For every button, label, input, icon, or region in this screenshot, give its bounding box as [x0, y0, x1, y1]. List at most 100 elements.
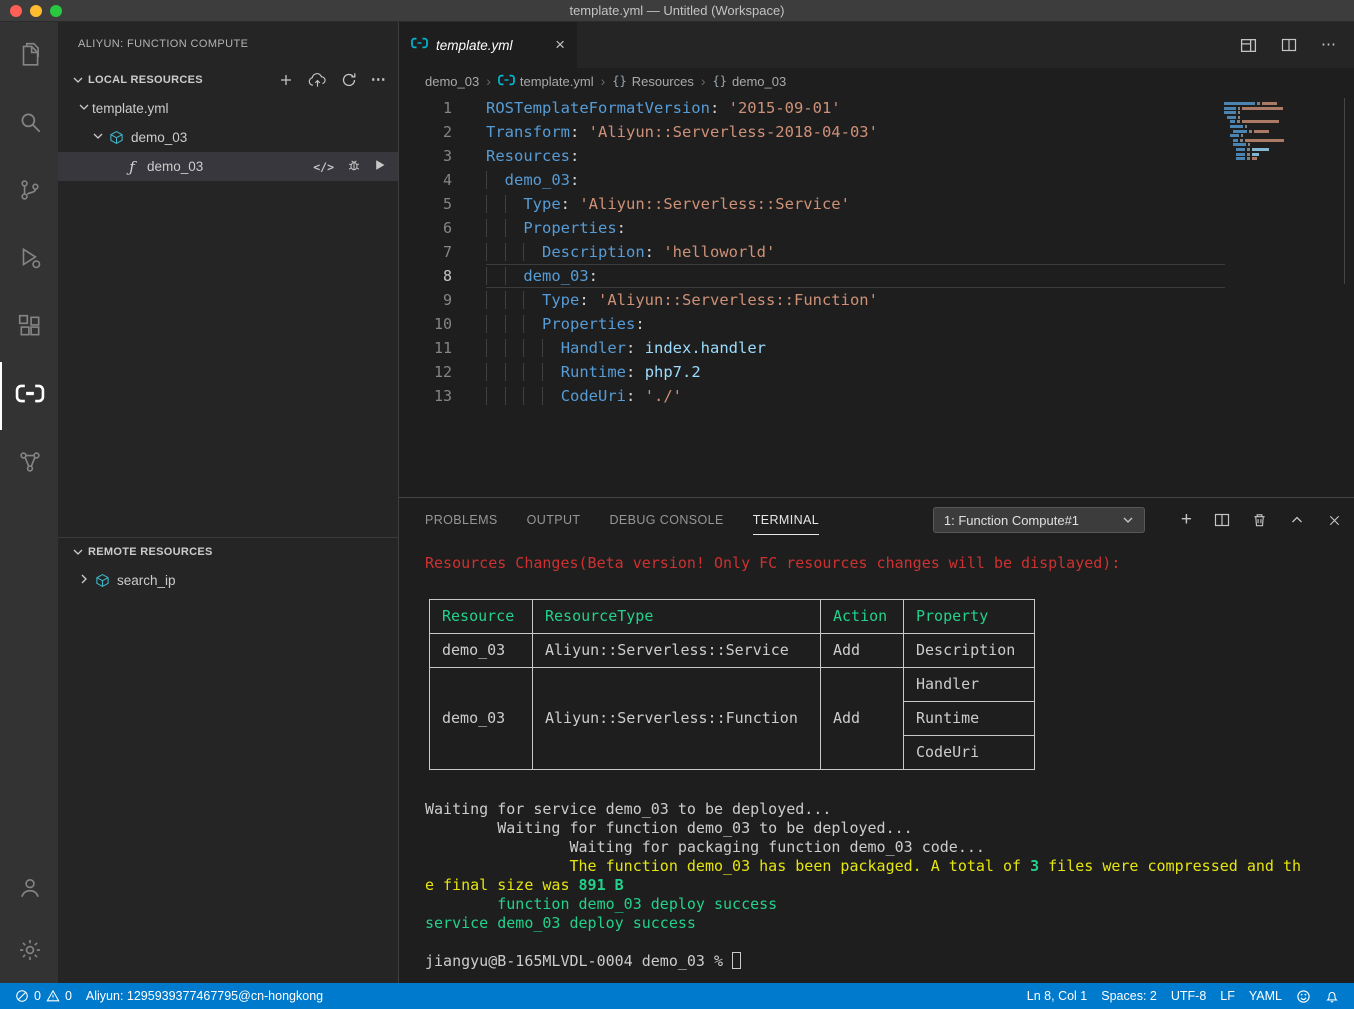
account-icon	[17, 875, 43, 906]
chevron-down-icon	[76, 99, 92, 118]
chevron-down-icon	[70, 544, 86, 560]
function-icon: ƒ	[122, 158, 142, 176]
code-line-8[interactable]: 8 demo_03:	[399, 264, 1354, 288]
local-resources-section: LOCAL RESOURCES ⋯ template.ymldemo_03ƒde…	[58, 66, 398, 537]
close-tab-icon[interactable]: ×	[555, 38, 565, 52]
aliyun-account-status[interactable]: Aliyun: 1295939377467795@cn-hongkong	[79, 983, 330, 1009]
zoom-window-button[interactable]	[50, 5, 62, 17]
terminal-picker-dropdown[interactable]: 1: Function Compute#1	[933, 507, 1145, 533]
eol-status[interactable]: LF	[1213, 983, 1242, 1009]
code-line-1[interactable]: 1ROSTemplateFormatVersion: '2015-09-01'	[399, 96, 1354, 120]
breadcrumb-item-demo_03[interactable]: {}demo_03	[713, 74, 787, 89]
local-resources-header[interactable]: LOCAL RESOURCES ⋯	[58, 66, 398, 94]
editor-tab-bar: template.yml × ⋯	[399, 22, 1354, 68]
line-number[interactable]: 13	[399, 384, 486, 408]
activity-bar-item-extensions-icon[interactable]	[0, 294, 58, 362]
code-line-2[interactable]: 2Transform: 'Aliyun::Serverless-2018-04-…	[399, 120, 1354, 144]
editor-more-actions-icon[interactable]: ⋯	[1321, 40, 1336, 50]
line-number[interactable]: 3	[399, 144, 486, 168]
breadcrumb-item-demo_03[interactable]: demo_03	[425, 74, 479, 89]
refresh-button[interactable]	[341, 72, 357, 88]
activity-bar-item-search-icon[interactable]	[0, 90, 58, 158]
notifications-bell-icon[interactable]	[1318, 983, 1346, 1009]
encoding-status[interactable]: UTF-8	[1164, 983, 1213, 1009]
table-header-resourcetype: ResourceType	[533, 600, 821, 634]
activity-bar-item-run-and-debug-icon[interactable]	[0, 226, 58, 294]
table-cell: Aliyun::Serverless::Service	[533, 634, 821, 668]
split-terminal-icon[interactable]	[1214, 512, 1230, 528]
tree-item-search_ip[interactable]: search_ip	[58, 566, 398, 595]
table-cell: demo_03	[430, 668, 533, 770]
terminal-prompt[interactable]: jiangyu@B-165MLVDL-0004 demo_03 %	[425, 952, 1334, 971]
deploy-cloud-upload-button[interactable]	[308, 72, 327, 88]
tree-item-demo_03[interactable]: ƒdemo_03</>	[58, 152, 398, 181]
line-number[interactable]: 4	[399, 168, 486, 192]
breadcrumb-item-template.yml[interactable]: template.yml	[498, 74, 594, 89]
terminal-log-line: Waiting for packaging function demo_03 c…	[425, 838, 1334, 857]
activity-bar-item-source-control-icon[interactable]	[0, 158, 58, 226]
minimap[interactable]	[1224, 102, 1340, 162]
add-resource-button[interactable]	[278, 72, 294, 88]
code-line-6[interactable]: 6 Properties:	[399, 216, 1354, 240]
split-editor-icon[interactable]	[1281, 37, 1297, 53]
code-line-10[interactable]: 10 Properties:	[399, 312, 1354, 336]
window-title: template.yml — Untitled (Workspace)	[569, 3, 784, 18]
line-number[interactable]: 2	[399, 120, 486, 144]
terminal-picker-label: 1: Function Compute#1	[944, 513, 1079, 528]
code-line-4[interactable]: 4 demo_03:	[399, 168, 1354, 192]
activity-bar-item-aliyun-function-compute-icon[interactable]	[0, 362, 58, 430]
panel-tab-debug-console[interactable]: DEBUG CONSOLE	[609, 498, 723, 542]
line-number[interactable]: 11	[399, 336, 486, 360]
activity-bar-item-explorer-icon[interactable]	[0, 22, 58, 90]
panel-tab-terminal[interactable]: TERMINAL	[753, 498, 819, 542]
panel-tab-output[interactable]: OUTPUT	[527, 498, 581, 542]
kill-terminal-trash-icon[interactable]	[1252, 512, 1267, 528]
cursor-position-status[interactable]: Ln 8, Col 1	[1020, 983, 1094, 1009]
new-terminal-button[interactable]: +	[1181, 513, 1192, 527]
tree-item-template.yml[interactable]: template.yml	[58, 94, 398, 123]
feedback-smiley-icon[interactable]	[1289, 983, 1318, 1009]
line-number[interactable]: 7	[399, 240, 486, 264]
line-number[interactable]: 10	[399, 312, 486, 336]
settings-gear-icon	[17, 937, 43, 968]
panel-tab-problems[interactable]: PROBLEMS	[425, 498, 498, 542]
code-line-11[interactable]: 11 Handler: index.handler	[399, 336, 1354, 360]
tree-item-demo_03[interactable]: demo_03	[58, 123, 398, 152]
symbol-braces-icon: {}	[612, 74, 626, 88]
code-line-7[interactable]: 7 Description: 'helloworld'	[399, 240, 1354, 264]
line-number[interactable]: 9	[399, 288, 486, 312]
terminal-output[interactable]: Resources Changes(Beta version! Only FC …	[399, 542, 1354, 983]
open-code-icon[interactable]: </>	[313, 160, 334, 174]
code-editor[interactable]: 1ROSTemplateFormatVersion: '2015-09-01'2…	[399, 94, 1354, 497]
debug-bug-icon[interactable]	[347, 158, 361, 175]
line-number[interactable]: 12	[399, 360, 486, 384]
line-number[interactable]: 5	[399, 192, 486, 216]
run-play-icon[interactable]	[374, 159, 386, 174]
code-line-13[interactable]: 13 CodeUri: './'	[399, 384, 1354, 408]
close-panel-icon[interactable]	[1327, 513, 1342, 528]
remote-resources-header[interactable]: REMOTE RESOURCES	[58, 538, 398, 566]
problems-status[interactable]: 0 0	[8, 983, 79, 1009]
terminal-log-line: The function demo_03 has been packaged. …	[425, 857, 1334, 876]
remote-resources-section: REMOTE RESOURCES search_ip	[58, 537, 398, 983]
line-number[interactable]: 6	[399, 216, 486, 240]
customize-layout-icon[interactable]	[1240, 37, 1257, 54]
code-line-3[interactable]: 3Resources:	[399, 144, 1354, 168]
line-number[interactable]: 8	[399, 264, 486, 288]
more-actions-icon[interactable]: ⋯	[371, 75, 386, 85]
breadcrumb-item-Resources[interactable]: {}Resources	[612, 74, 694, 89]
warning-triangle-icon	[46, 989, 60, 1003]
line-number[interactable]: 1	[399, 96, 486, 120]
activity-bar-item-serverless-devs-icon[interactable]	[0, 430, 58, 498]
code-line-5[interactable]: 5 Type: 'Aliyun::Serverless::Service'	[399, 192, 1354, 216]
activity-bar-item-settings-gear-icon[interactable]	[0, 921, 58, 983]
close-window-button[interactable]	[10, 5, 22, 17]
language-mode-status[interactable]: YAML	[1242, 983, 1289, 1009]
code-line-9[interactable]: 9 Type: 'Aliyun::Serverless::Function'	[399, 288, 1354, 312]
activity-bar-item-account-icon[interactable]	[0, 859, 58, 921]
maximize-panel-chevron-icon[interactable]	[1289, 512, 1305, 528]
indentation-status[interactable]: Spaces: 2	[1094, 983, 1164, 1009]
tab-template-yml[interactable]: template.yml ×	[399, 22, 577, 68]
minimize-window-button[interactable]	[30, 5, 42, 17]
code-line-12[interactable]: 12 Runtime: php7.2	[399, 360, 1354, 384]
